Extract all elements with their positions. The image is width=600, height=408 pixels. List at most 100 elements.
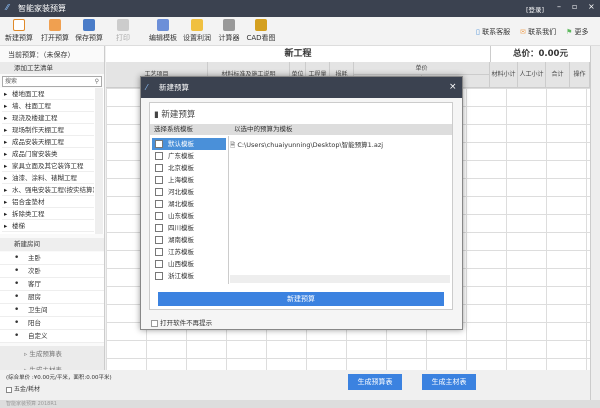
cad-viewer-button[interactable]: CAD看图 bbox=[244, 19, 278, 43]
col-header: 材料小计 bbox=[490, 62, 518, 88]
panel-heading: ▮ 新建预算 bbox=[154, 108, 195, 120]
label: 设置利润 bbox=[183, 34, 211, 42]
tree-item[interactable]: 现浇及楼建工程 bbox=[2, 112, 94, 124]
tree-item[interactable]: 成品安装天棚工程 bbox=[2, 136, 94, 148]
toolbar: 新建预算 打开预算 保存预算 打印 编辑模板 设置利润 计算器 CAD看图 ▯ … bbox=[0, 17, 600, 46]
label: 江苏模板 bbox=[168, 248, 194, 256]
label: 上海模板 bbox=[168, 176, 194, 184]
label: 五金/耗材 bbox=[13, 386, 40, 393]
maximize-button[interactable]: ▫ bbox=[572, 2, 577, 11]
room-item[interactable]: 厨房 bbox=[0, 291, 104, 304]
label: 计算器 bbox=[218, 34, 240, 42]
login-link[interactable]: [登录] bbox=[526, 4, 544, 14]
search-icon[interactable]: ⚲ bbox=[95, 77, 99, 86]
room-item[interactable]: 次卧 bbox=[0, 265, 104, 278]
template-item[interactable]: 湖南模板 bbox=[152, 234, 226, 246]
mail-icon: ✉ bbox=[520, 28, 526, 36]
room-item[interactable]: 自定义 bbox=[0, 330, 104, 343]
lock-icon bbox=[191, 19, 203, 31]
minimize-button[interactable]: – bbox=[557, 2, 561, 11]
hardware-checkbox[interactable]: 五金/耗材 bbox=[6, 384, 40, 393]
template-item[interactable]: 江苏模板 bbox=[152, 246, 226, 258]
more-link[interactable]: ⚑ 更多 bbox=[566, 27, 589, 37]
col-header: 人工小计 bbox=[518, 62, 546, 88]
new-file-icon bbox=[13, 19, 25, 31]
template-icon bbox=[155, 212, 163, 220]
template-item[interactable]: 湖北模板 bbox=[152, 198, 226, 210]
tree-item[interactable]: 水、强电安装工程(按实结算) bbox=[2, 184, 94, 196]
tree-item[interactable]: 油漆、涂料、裱糊工程 bbox=[2, 172, 94, 184]
col-header: 单价 bbox=[354, 62, 490, 75]
label: 湖南模板 bbox=[168, 236, 194, 244]
label: 编辑模板 bbox=[149, 34, 177, 42]
edit-template-button[interactable]: 编辑模板 bbox=[146, 19, 180, 43]
room-item[interactable]: 阳台 bbox=[0, 317, 104, 330]
checkbox-box[interactable] bbox=[6, 386, 12, 393]
new-room-header[interactable]: 新建房间 bbox=[0, 238, 104, 251]
generate-main-material-button[interactable]: 生成主材表 bbox=[422, 374, 476, 390]
template-item[interactable]: 山东模板 bbox=[152, 210, 226, 222]
save-budget-button[interactable]: 保存预算 bbox=[72, 19, 106, 43]
generate-budget-button[interactable]: 生成预算表 bbox=[348, 374, 402, 390]
template-item[interactable]: 北京模板 bbox=[152, 162, 226, 174]
template-item[interactable]: 山西模板 bbox=[152, 258, 226, 270]
template-item[interactable]: 四川模板 bbox=[152, 222, 226, 234]
add-process-list[interactable]: 添加工艺清单 bbox=[0, 62, 104, 74]
close-button[interactable]: × bbox=[588, 2, 595, 11]
no-prompt-checkbox[interactable]: 打开软件不再提示 bbox=[151, 317, 212, 327]
contact-us-link[interactable]: ✉ 联系我们 bbox=[520, 27, 556, 37]
template-icon bbox=[155, 260, 163, 268]
print-button[interactable]: 打印 bbox=[106, 19, 140, 43]
search-input[interactable]: 搜索 ⚲ bbox=[2, 76, 102, 87]
sheet-scrollbar[interactable] bbox=[590, 46, 600, 400]
create-budget-button[interactable]: 新建预算 bbox=[158, 292, 444, 306]
cad-icon bbox=[255, 19, 267, 31]
tree-scrollbar[interactable] bbox=[95, 88, 103, 234]
calculator-button[interactable]: 计算器 bbox=[212, 19, 246, 43]
template-item[interactable]: 上海模板 bbox=[152, 174, 226, 186]
set-profit-button[interactable]: 设置利润 bbox=[180, 19, 214, 43]
process-tree: 楼地面工程墙、柱面工程现浇及楼建工程现场制作天棚工程成品安装天棚工程成品门窗安装… bbox=[0, 88, 104, 234]
label: 保存预算 bbox=[75, 34, 103, 42]
room-item[interactable]: 卫生间 bbox=[0, 304, 104, 317]
tree-item[interactable]: 拆除类工程 bbox=[2, 208, 94, 220]
template-icon bbox=[155, 224, 163, 232]
template-item[interactable]: 河北模板 bbox=[152, 186, 226, 198]
tree-item[interactable]: 楼梯 bbox=[2, 220, 94, 232]
label: 河北模板 bbox=[168, 188, 194, 196]
label: 新建预算 bbox=[5, 34, 33, 42]
open-budget-button[interactable]: 打开预算 bbox=[38, 19, 72, 43]
new-budget-button[interactable]: 新建预算 bbox=[2, 19, 36, 43]
tree-item[interactable]: 楼地面工程 bbox=[2, 88, 94, 100]
label: 四川模板 bbox=[168, 224, 194, 232]
open-folder-icon bbox=[49, 19, 61, 31]
dialog-title: 新建预算 bbox=[159, 83, 189, 92]
template-icon bbox=[155, 164, 163, 172]
tree-item[interactable]: 家具立面及其它装饰工程 bbox=[2, 160, 94, 172]
tree-item[interactable]: 现场制作天棚工程 bbox=[2, 124, 94, 136]
tree-item[interactable]: 成品门窗安装类 bbox=[2, 148, 94, 160]
room-item[interactable]: 客厅 bbox=[0, 278, 104, 291]
status-bar: 智能家装预算 2018R1 bbox=[0, 400, 600, 408]
generate-item[interactable]: ▹ 生成预算表 bbox=[0, 346, 104, 362]
checkbox-box[interactable] bbox=[151, 319, 158, 327]
tree-item[interactable]: 铝合金垫材 bbox=[2, 196, 94, 208]
col-header: 合计 bbox=[546, 62, 570, 88]
template-item[interactable]: 浙江模板 bbox=[152, 270, 226, 282]
tree-item[interactable]: 墙、柱面工程 bbox=[2, 100, 94, 112]
flag-icon: ⚑ bbox=[566, 28, 573, 36]
app-logo-icon: ⁄ bbox=[146, 83, 148, 92]
template-item[interactable]: 默认模板 bbox=[152, 138, 226, 150]
budget-file-item[interactable]: 🗎 C:\Users\chuaiyunning\Desktop\智能预算1.az… bbox=[230, 139, 383, 152]
room-item[interactable]: 主卧 bbox=[0, 252, 104, 265]
search-placeholder: 搜索 bbox=[5, 78, 18, 85]
contact-service-link[interactable]: ▯ 联系客服 bbox=[476, 27, 510, 37]
dialog-close-button[interactable]: × bbox=[449, 77, 457, 98]
dialog-title-bar: ⁄ 新建预算 × bbox=[141, 77, 462, 98]
template-icon bbox=[155, 152, 163, 160]
dialog-panel: ▮ 新建预算 选择系统模板 以选中的预算为模板 默认模板 广东模板 北京模板 上海模板… bbox=[149, 102, 453, 310]
app-title: 智能家装预算 bbox=[18, 4, 66, 13]
horizontal-scrollbar[interactable] bbox=[230, 275, 450, 283]
template-item[interactable]: 广东模板 bbox=[152, 150, 226, 162]
save-icon bbox=[83, 19, 95, 31]
